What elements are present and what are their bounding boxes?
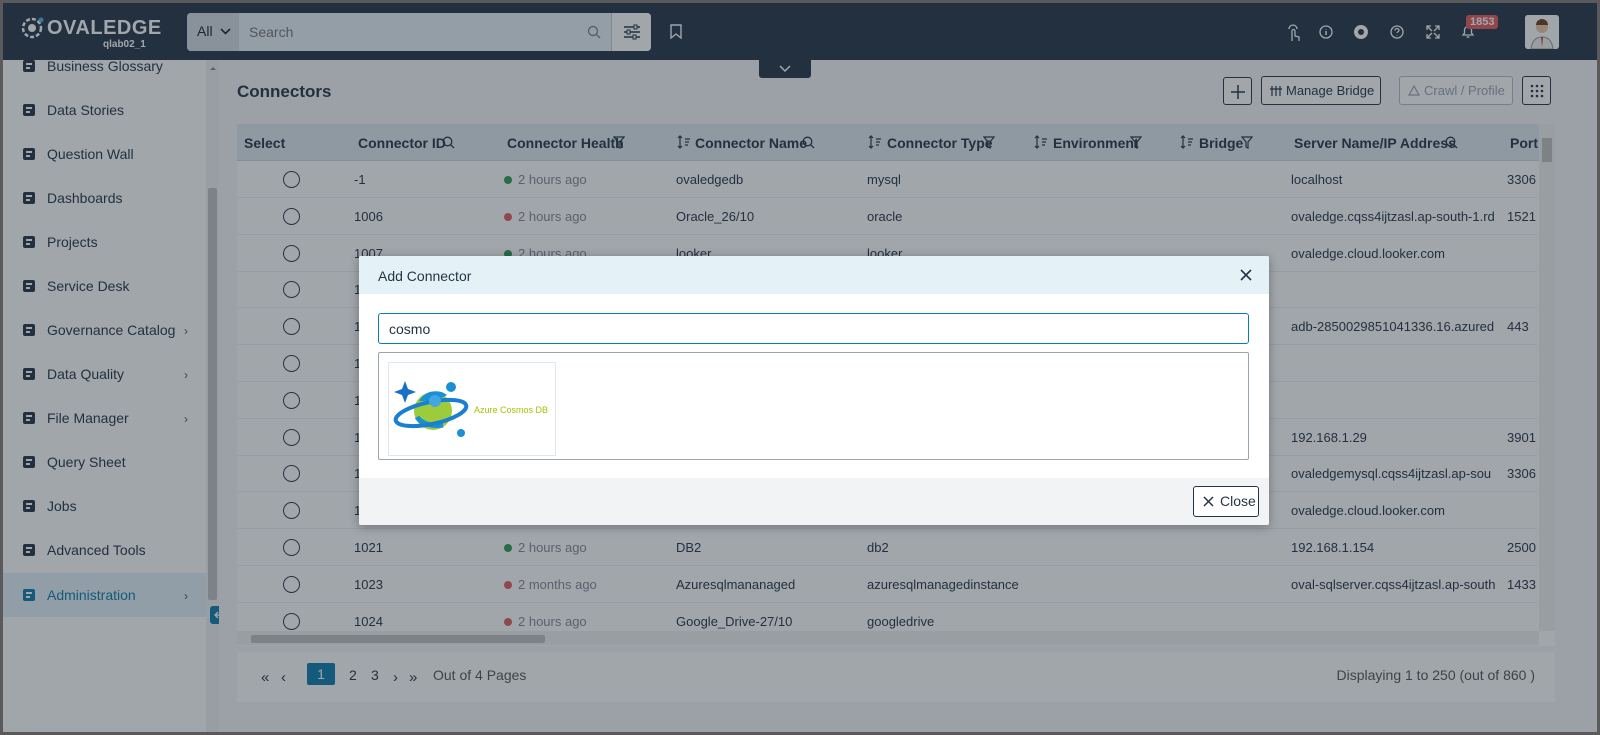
close-button-label: Close <box>1220 493 1256 509</box>
azure-cosmos-db-icon <box>393 381 469 437</box>
connector-search-input[interactable] <box>378 313 1249 344</box>
add-connector-dialog: Add Connector Azure Cosmos DB <box>359 256 1269 525</box>
azure-cosmos-db-card[interactable]: Azure Cosmos DB <box>388 362 556 456</box>
connector-results: Azure Cosmos DB <box>378 352 1249 460</box>
dialog-title: Add Connector <box>378 268 472 284</box>
connector-card-label: Azure Cosmos DB <box>474 405 549 415</box>
close-button[interactable]: Close <box>1193 486 1259 517</box>
close-icon[interactable] <box>1239 268 1253 282</box>
app-window: OVALEDGE qlab02_1 All 1853 Business G <box>3 3 1597 732</box>
dialog-footer: Close <box>359 478 1269 525</box>
dialog-header: Add Connector <box>359 256 1269 294</box>
close-icon <box>1203 496 1214 507</box>
